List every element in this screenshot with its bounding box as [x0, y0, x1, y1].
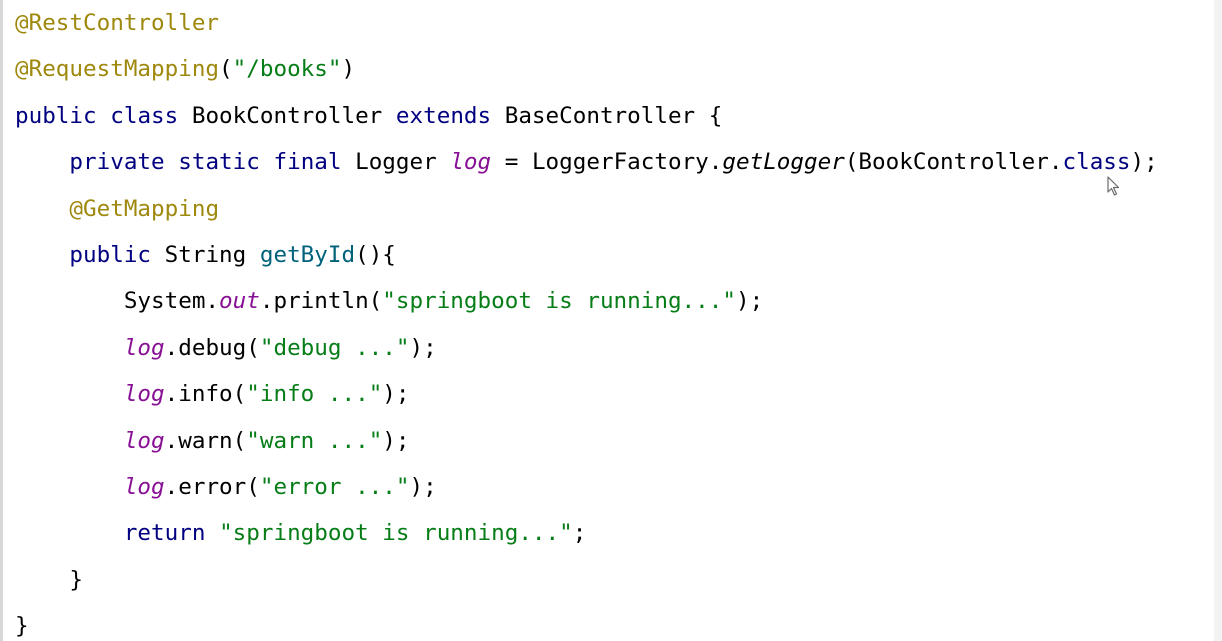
field-token: log [123, 334, 165, 361]
keyword-token: class [110, 102, 179, 129]
code-token: ); [382, 427, 410, 454]
code-line[interactable]: private static final Logger log = Logger… [15, 139, 1158, 185]
keyword-token: final [273, 149, 342, 176]
code-line[interactable]: System.out.println("springboot is runnin… [15, 278, 1158, 324]
annotation-token: @RestController [15, 10, 220, 36]
code-token: } [15, 613, 29, 640]
code-token: (){ [355, 241, 396, 268]
code-token: ); [735, 288, 764, 315]
code-line[interactable]: log.info("info ..."); [15, 371, 1158, 417]
keyword-token: public [15, 102, 97, 129]
code-token: .error( [164, 473, 260, 500]
keyword-token: extends [395, 102, 492, 129]
code-token: ); [1130, 149, 1158, 176]
string-token: "/books" [232, 56, 342, 83]
code-token: String [151, 241, 260, 268]
code-line[interactable]: @GetMapping [15, 186, 1158, 232]
field-token: log [450, 149, 492, 176]
code-token: .warn( [164, 427, 247, 454]
mouse-pointer-icon [1107, 176, 1120, 196]
code-line[interactable]: public class BookController extends Base… [15, 93, 1158, 139]
code-token: ; [572, 520, 587, 547]
method-call-token: getLogger [722, 149, 845, 176]
code-token: .debug( [164, 334, 260, 361]
string-token: "error ..." [259, 473, 410, 500]
string-token: "debug ..." [259, 334, 410, 361]
string-token: "springboot is running..." [382, 288, 736, 315]
code-line[interactable]: log.error("error ..."); [15, 464, 1158, 510]
code-line[interactable]: return "springboot is running..."; [15, 510, 1158, 556]
string-token: "warn ..." [246, 427, 383, 454]
code-line[interactable]: @RestController [15, 0, 1158, 46]
keyword-token: private [69, 149, 165, 176]
code-line[interactable]: @RequestMapping("/books") [15, 46, 1158, 92]
string-token: "springboot is running..." [219, 520, 573, 547]
string-token: "info ..." [246, 381, 383, 408]
code-token: .info( [164, 381, 247, 408]
code-token: ); [409, 473, 437, 500]
annotation-token: @RequestMapping [15, 56, 220, 83]
code-token: ); [409, 334, 437, 361]
code-token: (BookController. [844, 149, 1063, 176]
field-token: out [219, 288, 260, 315]
code-line[interactable]: } [15, 557, 1158, 603]
keyword-token: public [69, 241, 152, 268]
code-line[interactable]: log.debug("debug ..."); [15, 325, 1158, 371]
code-line[interactable]: public String getById(){ [15, 232, 1158, 278]
keyword-token: static [178, 149, 260, 176]
code-token: BookController [178, 102, 396, 129]
field-token: log [123, 427, 165, 454]
annotation-token: @GetMapping [69, 195, 220, 222]
code-editor[interactable]: @RestController @RequestMapping("/books")… [0, 0, 1222, 641]
code-token: BaseController { [491, 102, 723, 129]
code-token: = LoggerFactory. [491, 149, 723, 176]
method-token: getById [259, 241, 356, 268]
field-token: log [123, 473, 165, 500]
code-token: ) [341, 56, 356, 83]
code-token: .println( [259, 288, 383, 315]
code-token: System. [15, 288, 220, 315]
field-token: log [123, 381, 165, 408]
code-token: Logger [341, 149, 451, 176]
code-token: ); [382, 381, 410, 408]
keyword-token: class [1062, 149, 1131, 176]
code-block[interactable]: @RestController @RequestMapping("/books")… [15, 0, 1158, 641]
code-line[interactable]: } [15, 603, 1158, 641]
code-token: } [15, 566, 84, 593]
code-line[interactable]: log.warn("warn ..."); [15, 418, 1158, 464]
keyword-token: return [123, 520, 206, 547]
code-token: ( [219, 56, 233, 83]
